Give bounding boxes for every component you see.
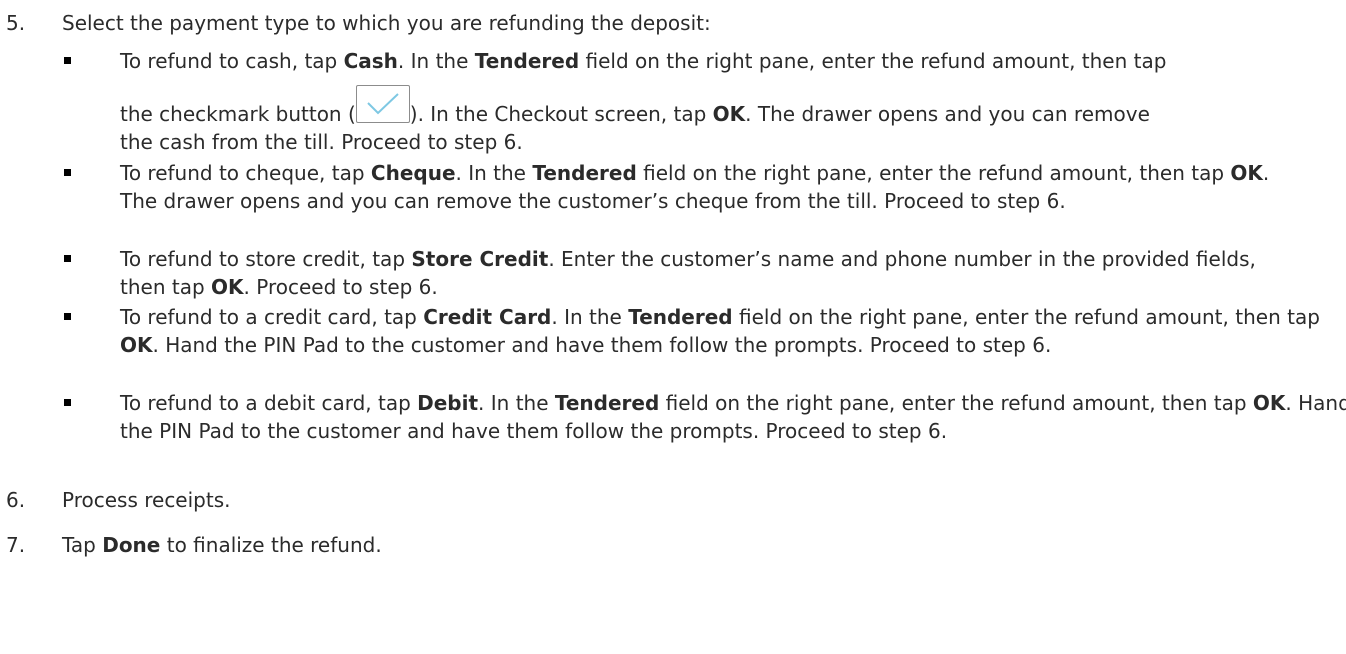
checkmark-button-image xyxy=(355,85,410,123)
text-span: field on the right pane, enter the refun… xyxy=(732,305,1320,329)
checkmark-icon xyxy=(367,93,399,115)
text-span: to finalize the refund. xyxy=(160,533,382,557)
text-span: . Proceed to step 6. xyxy=(243,275,438,299)
step-text: Process receipts. xyxy=(62,488,231,512)
bold-text: Tendered xyxy=(628,305,733,329)
bullet-square xyxy=(64,399,71,406)
bullet-text: To refund to cash, tap Cash. In the Tend… xyxy=(120,47,1332,156)
bullet-debit: To refund to a debit card, tap Debit. In… xyxy=(62,389,1346,445)
text-span: . In the xyxy=(551,305,629,329)
bullet-line-1: To refund to cash, tap Cash. In the Tend… xyxy=(120,47,1332,75)
text-span: . Hand the PIN Pad to the customer and h… xyxy=(152,333,1052,357)
bullet-text: To refund to store credit, tap Store Cre… xyxy=(120,245,1280,301)
bold-text: Cheque xyxy=(370,161,456,185)
text-span: Tap xyxy=(62,533,103,557)
text-span: To refund to cash, tap xyxy=(120,49,344,73)
text-span: To refund to a credit card, tap xyxy=(120,305,424,329)
text-span: . The drawer opens and you can remove xyxy=(745,102,1150,126)
text-span: To refund to store credit, tap xyxy=(120,247,412,271)
text-span: To refund to cheque, tap xyxy=(120,161,371,185)
bold-text: OK xyxy=(1252,391,1286,415)
bold-text: OK xyxy=(712,102,746,126)
bullet-store-credit: To refund to store credit, tap Store Cre… xyxy=(62,245,1332,301)
step-number: 6. xyxy=(6,488,26,512)
text-span: . In the xyxy=(397,49,475,73)
bullet-text: To refund to cheque, tap Cheque. In the … xyxy=(120,159,1310,215)
bullet-square xyxy=(64,169,71,176)
text-span: . In the xyxy=(455,161,533,185)
bold-text: Credit Card xyxy=(423,305,552,329)
bold-text: Tendered xyxy=(532,161,637,185)
bullet-line-2: the checkmark button ( ). In the Checkout… xyxy=(120,85,1332,128)
bullet-credit-card: To refund to a credit card, tap Credit C… xyxy=(62,303,1332,387)
text-span: . In the xyxy=(478,391,555,415)
bullet-square xyxy=(64,255,71,262)
step-text: Tap Done to finalize the refund. xyxy=(62,531,382,559)
bullet-line-3: the cash from the till. Proceed to step … xyxy=(120,130,523,154)
text-span: ). In the Checkout screen, tap xyxy=(409,102,713,126)
bold-text: Cash xyxy=(343,49,398,73)
bold-text: Done xyxy=(102,533,161,557)
bold-text: Tendered xyxy=(554,391,660,415)
document-page: 5. Select the payment type to which you … xyxy=(0,0,1346,654)
text-span: field on the right pane, enter the refun… xyxy=(636,161,1231,185)
step-text: Select the payment type to which you are… xyxy=(62,11,711,35)
bullet-cheque: To refund to cheque, tap Cheque. In the … xyxy=(62,159,1332,243)
bullet-text: To refund to a credit card, tap Credit C… xyxy=(120,303,1345,359)
bold-text: OK xyxy=(1230,161,1263,185)
bullet-text: To refund to a debit card, tap Debit. In… xyxy=(120,389,1346,445)
step-number: 7. xyxy=(6,533,26,557)
bold-text: Tendered xyxy=(474,49,580,73)
text-span: field on the right pane, enter the refun… xyxy=(659,391,1253,415)
bullet-cash: To refund to cash, tap Cash. In the Tend… xyxy=(62,47,1332,157)
bullet-square xyxy=(64,57,71,64)
text-span: field on the right pane, enter the refun… xyxy=(579,49,1167,73)
bold-text: OK xyxy=(120,333,153,357)
text-span: To refund to a debit card, tap xyxy=(120,391,418,415)
step-number: 5. xyxy=(6,11,26,35)
bold-text: OK xyxy=(211,275,244,299)
text-span: the checkmark button ( xyxy=(120,102,356,126)
bold-text: Store Credit xyxy=(411,247,549,271)
bullet-square xyxy=(64,313,71,320)
bold-text: Debit xyxy=(417,391,479,415)
